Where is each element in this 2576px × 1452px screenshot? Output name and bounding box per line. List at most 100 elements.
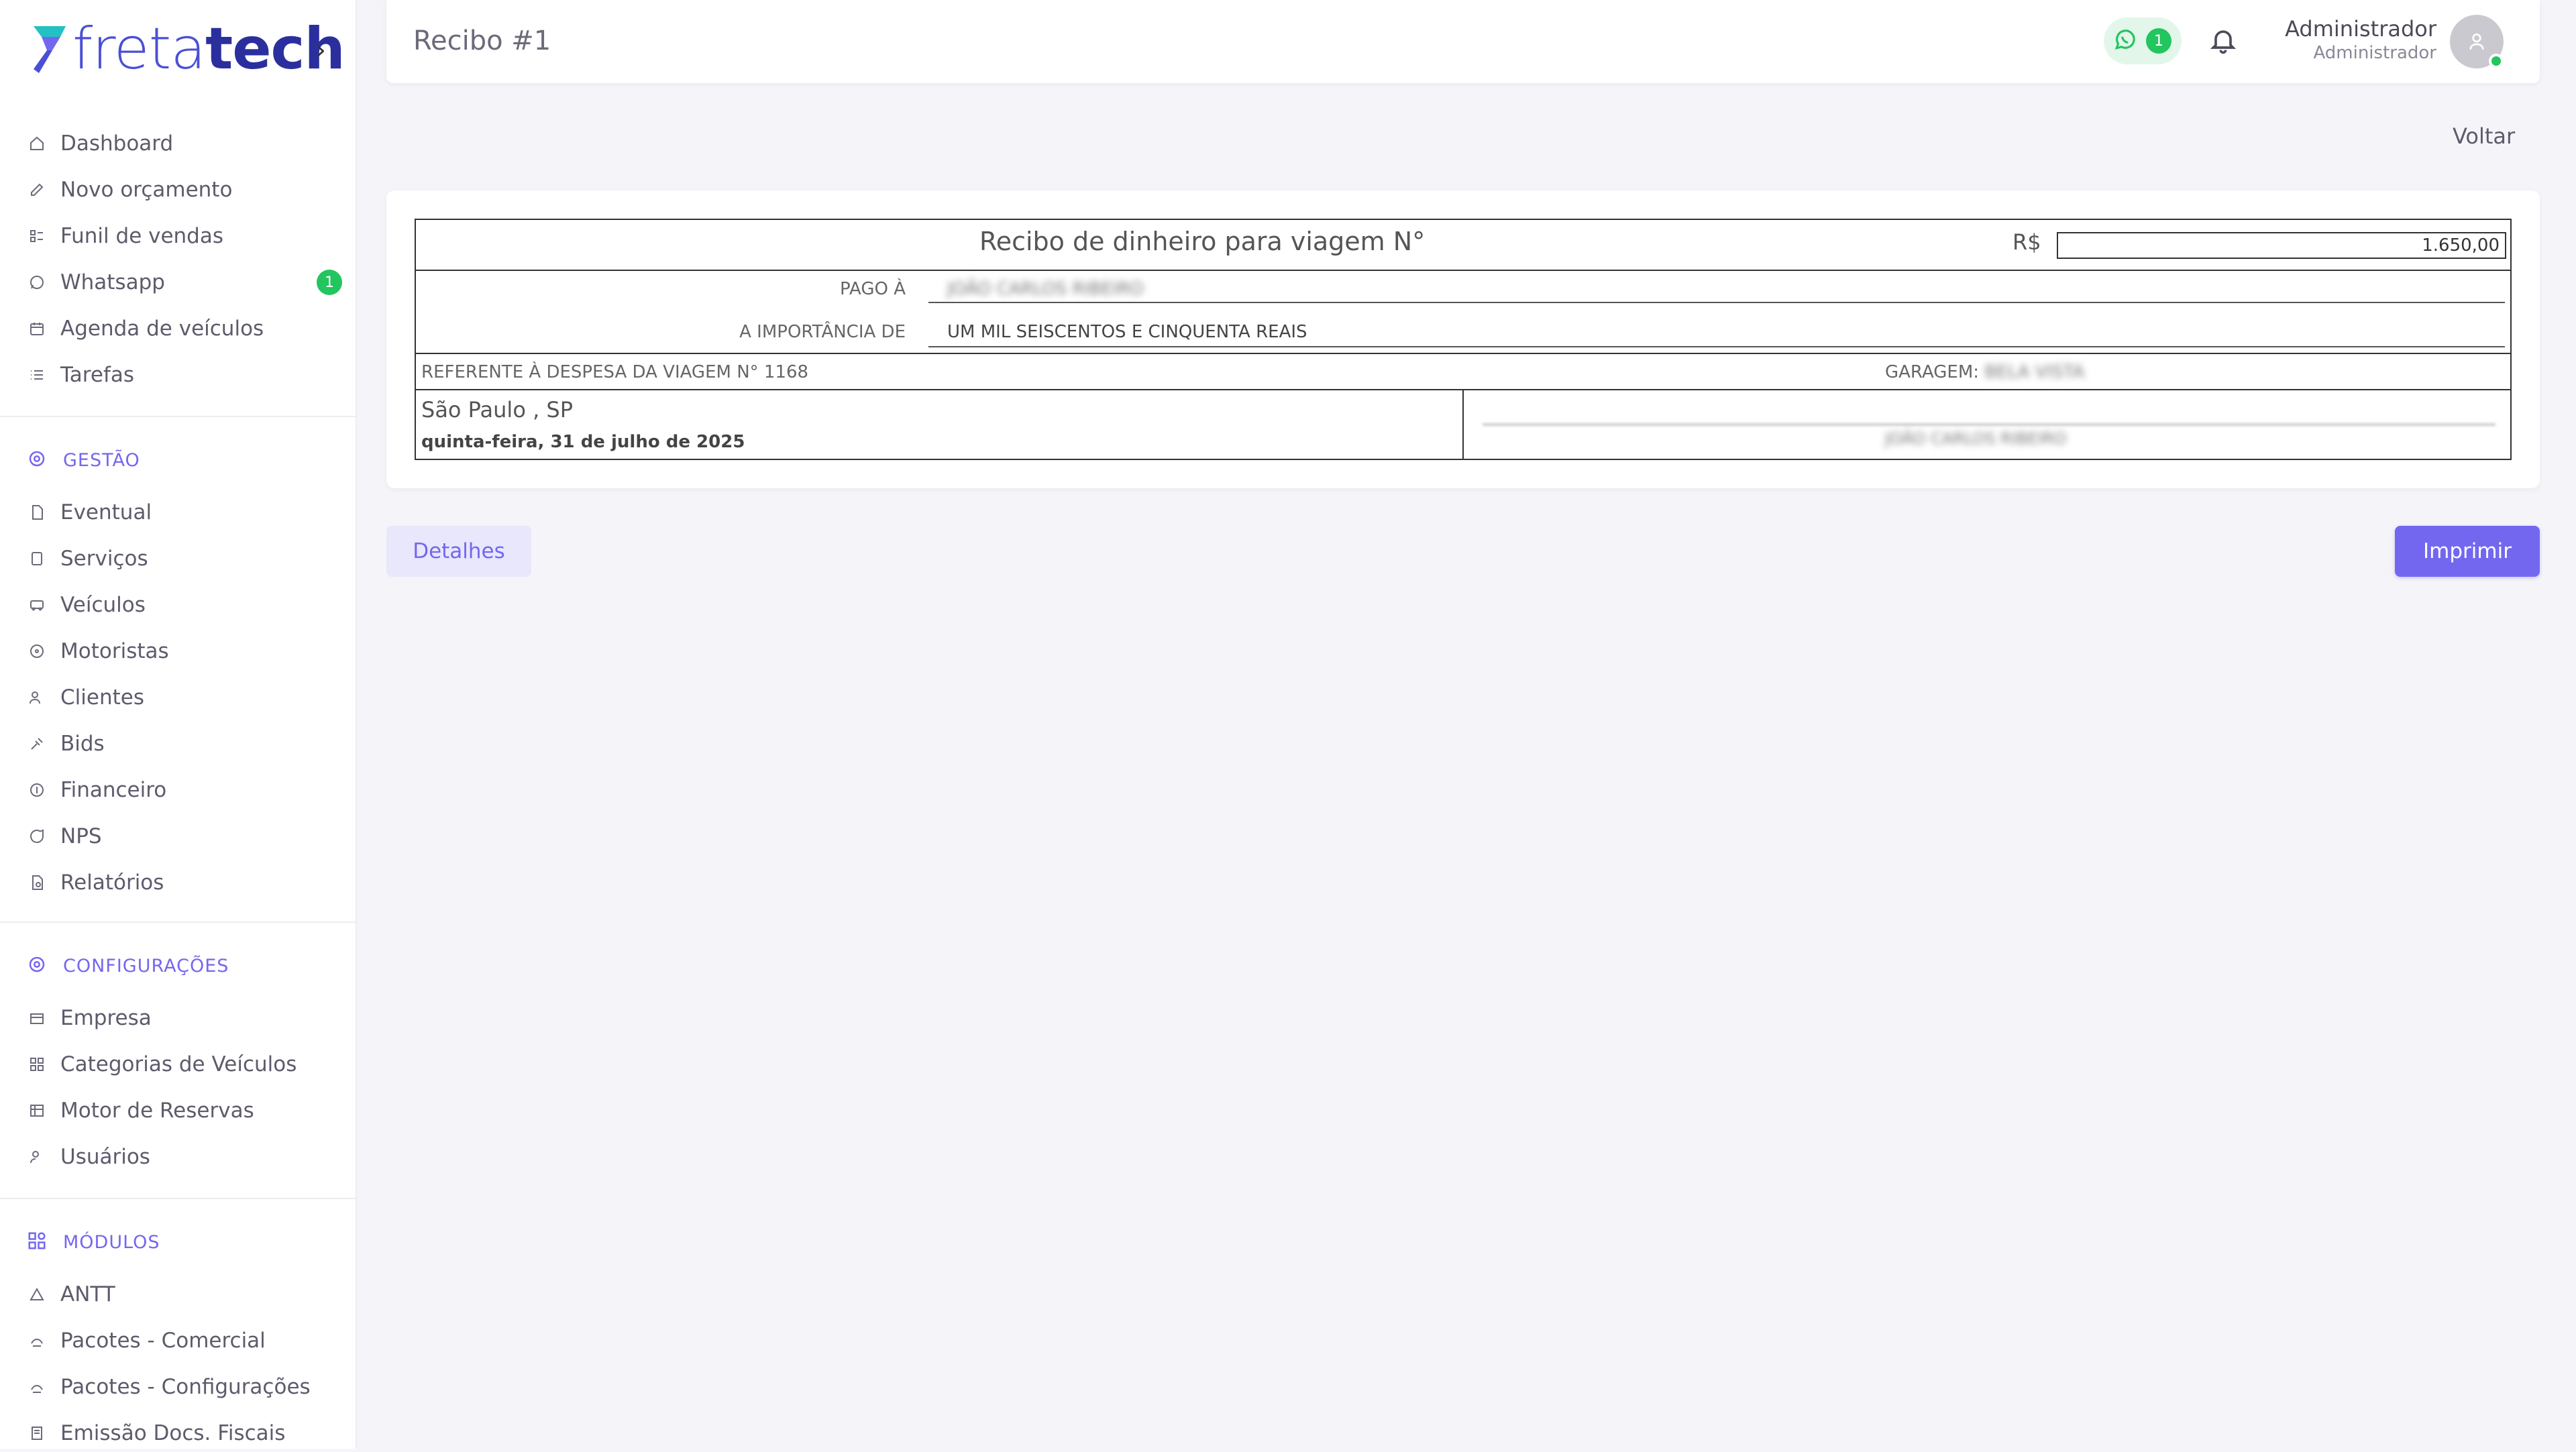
section-configuracoes: CONFIGURAÇÕES: [27, 947, 229, 985]
triangle-icon: [27, 1284, 47, 1304]
page-title: Recibo #1: [413, 25, 551, 56]
message-circle-icon: [27, 826, 47, 846]
brand-logo[interactable]: fretatech: [30, 19, 345, 79]
sidebar-item-motoristas[interactable]: Motoristas: [27, 632, 342, 670]
receipt-card: Recibo de dinheiro para viagem N° R$ 1.6…: [386, 190, 2540, 488]
user-role: Administrador: [2313, 43, 2436, 63]
notifications-bell-icon[interactable]: [2208, 25, 2238, 58]
section-title: GESTÃO: [63, 449, 140, 471]
sidebar-item-funil-de-vendas[interactable]: Funil de vendas: [27, 217, 342, 255]
user-icon: [2469, 34, 2484, 50]
sidebar-toggle-chevron-icon[interactable]: ›: [315, 35, 326, 66]
receipt-amount: 1.650,00: [2057, 232, 2506, 259]
brand-name-part1: freta: [72, 15, 206, 82]
sidebar-item-label: Bids: [60, 732, 105, 756]
sidebar-item-pacotes-configuracoes[interactable]: Pacotes - Configurações: [27, 1368, 342, 1406]
garage-value: BELA VISTA: [1984, 362, 2085, 382]
sidebar-item-label: Serviços: [60, 547, 148, 571]
sidebar-item-novo-orcamento[interactable]: Novo orçamento: [27, 171, 342, 209]
sidebar: fretatech › Dashboard Novo orçamento Fun…: [0, 0, 357, 1449]
sidebar-item-clientes[interactable]: Clientes: [27, 679, 342, 716]
steering-wheel-icon: [27, 641, 47, 661]
sidebar-item-label: Funil de vendas: [60, 224, 224, 248]
sidebar-item-label: Categorias de Veículos: [60, 1052, 297, 1076]
whatsapp-icon: [27, 272, 47, 292]
sidebar-item-pacotes-comercial[interactable]: Pacotes - Comercial: [27, 1322, 342, 1359]
package-icon: [27, 1331, 47, 1351]
receipt-title: Recibo de dinheiro para viagem N°: [979, 227, 1426, 256]
reference-text: REFERENTE À DESPESA DA VIAGEM N° 1168: [421, 362, 809, 382]
amount-words-label: A IMPORTÂNCIA DE: [739, 322, 906, 342]
list-icon: [27, 365, 47, 385]
sidebar-item-dashboard[interactable]: Dashboard: [27, 125, 342, 162]
sidebar-item-label: ANTT: [60, 1282, 115, 1306]
sidebar-item-eventual[interactable]: Eventual: [27, 494, 342, 531]
sidebar-item-label: Agenda de veículos: [60, 317, 264, 341]
whatsapp-count-badge: 1: [2146, 28, 2171, 54]
sidebar-item-whatsapp[interactable]: Whatsapp 1: [27, 264, 342, 301]
receipt-icon: [27, 1423, 47, 1443]
sidebar-item-nps[interactable]: NPS: [27, 818, 342, 855]
building-icon: [27, 1008, 47, 1028]
section-gestao: GESTÃO: [27, 441, 140, 479]
sidebar-item-antt[interactable]: ANTT: [27, 1276, 342, 1313]
coin-icon: [27, 780, 47, 800]
sidebar-item-financeiro[interactable]: Financeiro: [27, 771, 342, 809]
sidebar-item-categorias-de-veiculos[interactable]: Categorias de Veículos: [27, 1046, 342, 1083]
receipt-payee-row: PAGO À JOÃO CARLOS RIBEIRO A IMPORTÂNCIA…: [416, 271, 2510, 354]
users-icon: [27, 687, 47, 708]
receipt-footer-row: São Paulo , SP quinta-feira, 31 de julho…: [416, 390, 2510, 460]
whatsapp-icon: [2114, 28, 2137, 54]
sidebar-divider: [0, 416, 357, 417]
whatsapp-notification-button[interactable]: 1: [2104, 17, 2182, 64]
receipt-currency: R$: [2012, 229, 2041, 255]
home-icon: [27, 133, 47, 154]
sidebar-item-label: NPS: [60, 824, 102, 848]
grid-icon: [27, 1054, 47, 1074]
funnel-icon: [27, 226, 47, 246]
online-status-dot: [2489, 54, 2504, 68]
sidebar-item-tarefas[interactable]: Tarefas: [27, 356, 342, 394]
paid-to-label: PAGO À: [839, 279, 906, 299]
sidebar-item-label: Empresa: [60, 1006, 152, 1030]
user-name: Administrador: [2285, 16, 2436, 42]
receipt-header-row: Recibo de dinheiro para viagem N° R$ 1.6…: [416, 220, 2510, 271]
sidebar-item-usuarios[interactable]: Usuários: [27, 1138, 342, 1176]
sidebar-item-label: Usuários: [60, 1145, 150, 1169]
print-button[interactable]: Imprimir: [2395, 526, 2540, 577]
document-icon: [27, 502, 47, 522]
signature-name: JOÃO CARLOS RIBEIRO: [1885, 429, 2067, 448]
signature-line: [1483, 424, 2496, 425]
sidebar-item-agenda-de-veiculos[interactable]: Agenda de veículos: [27, 310, 342, 347]
receipt: Recibo de dinheiro para viagem N° R$ 1.6…: [415, 219, 2512, 460]
sidebar-item-label: Emissão Docs. Fiscais: [60, 1421, 286, 1445]
sidebar-divider: [0, 922, 357, 923]
garage-label: GARAGEM:: [1885, 362, 1980, 382]
sidebar-item-servicos[interactable]: Serviços: [27, 540, 342, 577]
amount-words-line: [928, 346, 2505, 347]
sidebar-divider: [0, 1198, 357, 1199]
whatsapp-badge: 1: [317, 270, 342, 295]
sidebar-item-label: Motor de Reservas: [60, 1099, 254, 1123]
back-link[interactable]: Voltar: [2453, 123, 2515, 149]
sidebar-item-relatorios[interactable]: Relatórios: [27, 864, 342, 901]
sidebar-item-bids[interactable]: Bids: [27, 725, 342, 763]
paid-to-line: [928, 302, 2505, 303]
sidebar-item-emissao-docs-fiscais[interactable]: Emissão Docs. Fiscais: [27, 1414, 342, 1452]
gavel-icon: [27, 734, 47, 754]
sidebar-item-label: Eventual: [60, 500, 152, 524]
sidebar-item-motor-de-reservas[interactable]: Motor de Reservas: [27, 1092, 342, 1129]
sidebar-item-veiculos[interactable]: Veículos: [27, 586, 342, 624]
receipt-date: quinta-feira, 31 de julho de 2025: [421, 432, 745, 452]
receipt-divider: [1462, 390, 1464, 460]
edit-icon: [27, 180, 47, 200]
details-button[interactable]: Detalhes: [386, 526, 531, 577]
sidebar-item-label: Clientes: [60, 685, 144, 710]
sidebar-item-label: Financeiro: [60, 778, 167, 802]
sidebar-item-label: Relatórios: [60, 871, 164, 895]
table-icon: [27, 1101, 47, 1121]
sidebar-item-empresa[interactable]: Empresa: [27, 999, 342, 1037]
section-title: MÓDULOS: [63, 1231, 160, 1253]
amount-words-value: UM MIL SEISCENTOS E CINQUENTA REAIS: [947, 322, 1307, 342]
avatar[interactable]: [2450, 15, 2504, 68]
